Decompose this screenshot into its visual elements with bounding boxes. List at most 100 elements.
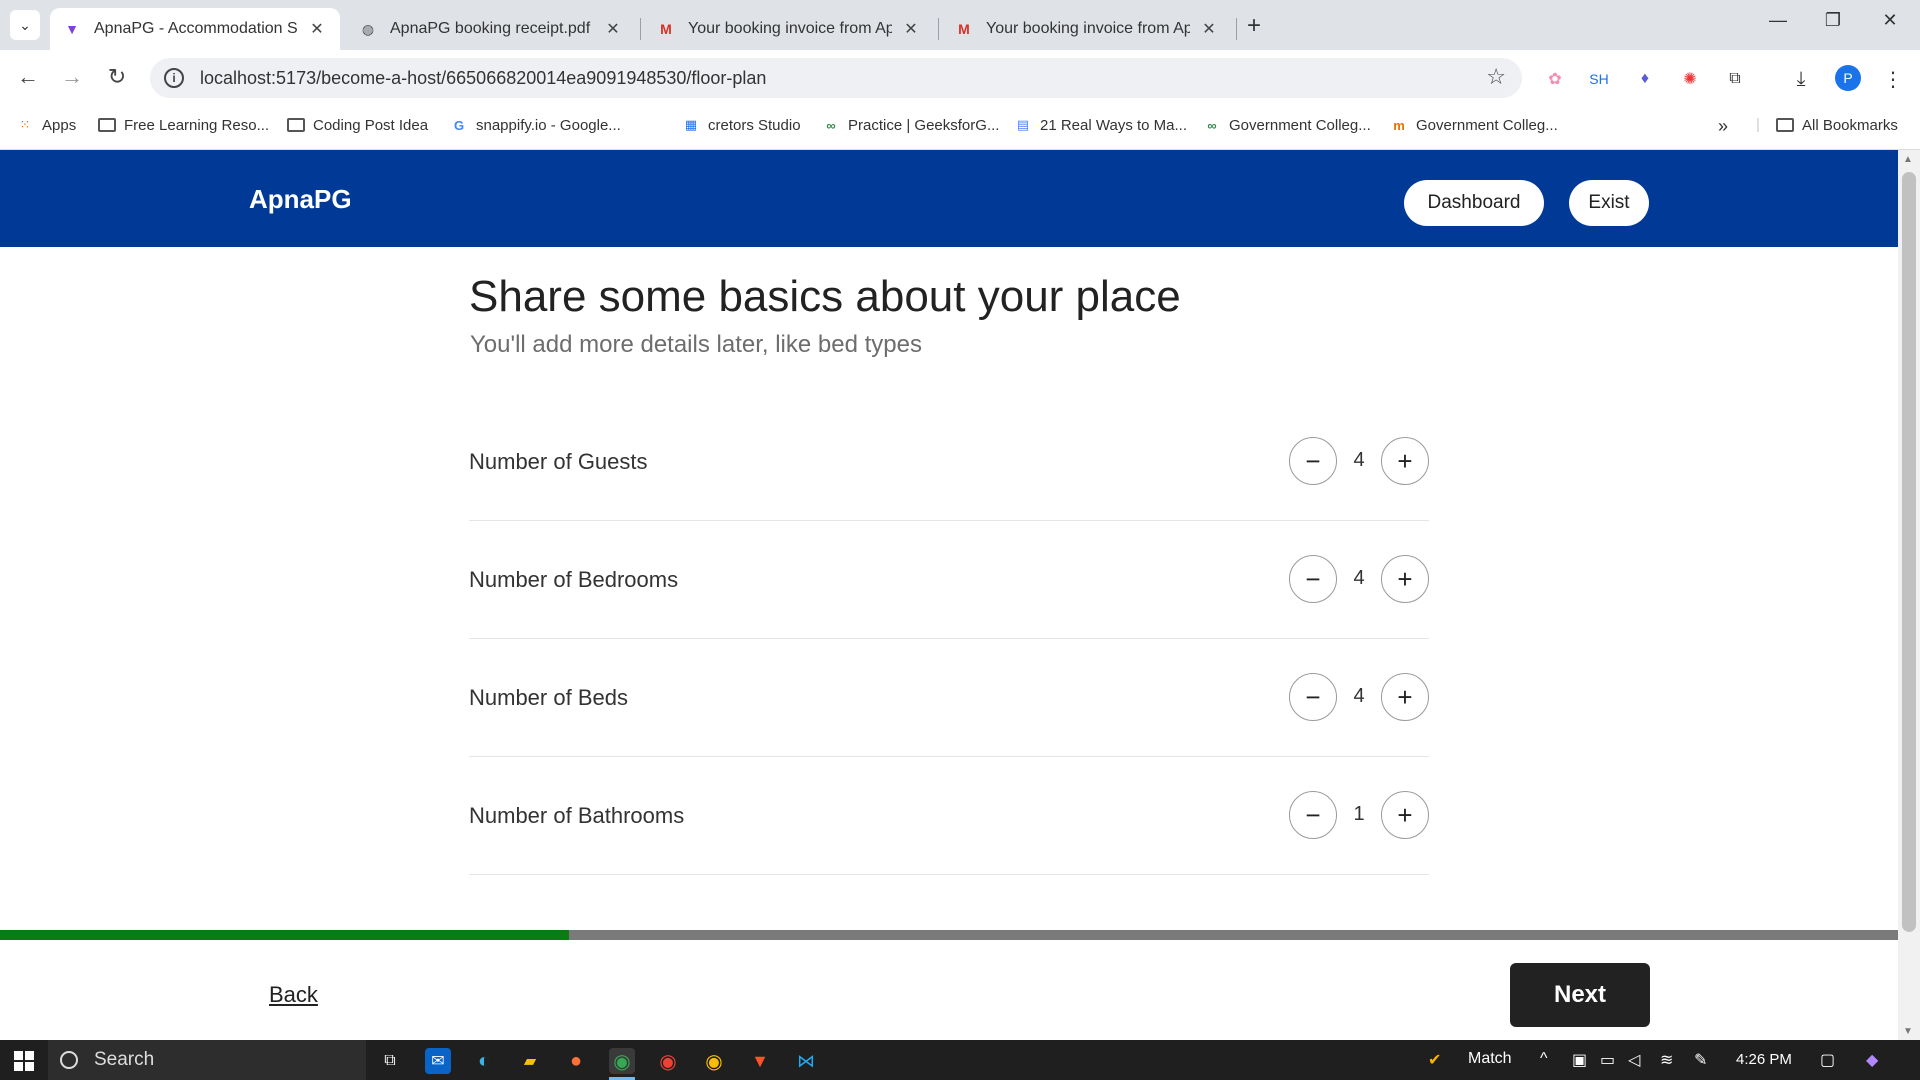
decrement-beds-button[interactable]: − — [1289, 673, 1337, 721]
close-tab-icon[interactable]: ✕ — [1200, 19, 1218, 39]
browser-menu-icon[interactable]: ⋮ — [1880, 66, 1906, 92]
taskbar-clock[interactable]: 4:26 PM — [1736, 1051, 1792, 1068]
flame-extension-icon[interactable]: ♦ — [1632, 66, 1658, 92]
increment-bathrooms-button[interactable]: + — [1381, 791, 1429, 839]
mail-icon[interactable]: ✉ — [425, 1048, 451, 1074]
bookmark-label: Apps — [42, 116, 77, 134]
chrome-icon[interactable]: ◉ — [609, 1048, 635, 1074]
match-tray-icon[interactable]: ✔ — [1428, 1050, 1441, 1070]
doc-icon: ▤ — [1016, 117, 1030, 132]
decrement-guests-button[interactable]: − — [1289, 437, 1337, 485]
file-explorer-icon[interactable]: ▰ — [517, 1048, 543, 1074]
battery-icon[interactable]: ▭ — [1600, 1050, 1615, 1070]
browser-tab-receipt-pdf[interactable]: ◍ ApnaPG booking receipt.pdf ✕ — [346, 8, 636, 50]
forward-arrow-icon[interactable]: → — [58, 64, 86, 90]
bookmark-government-college-2[interactable]: m Government Colleg... — [1390, 116, 1558, 134]
page-subtitle: You'll add more details later, like bed … — [470, 331, 922, 358]
browser-tab-invoice-1[interactable]: M Your booking invoice from Apn ✕ — [644, 8, 934, 50]
google-icon: G — [453, 117, 465, 133]
bookmark-cretors-studio[interactable]: ▦ cretors Studio — [682, 116, 801, 134]
chrome-profile-3-icon[interactable]: ◉ — [701, 1048, 727, 1074]
browser-tab-apnapg[interactable]: ▼ ApnaPG - Accommodation Solu ✕ — [50, 8, 340, 50]
browser-tab-invoice-2[interactable]: M Your booking invoice from Apn ✕ — [942, 8, 1232, 50]
reload-icon[interactable]: ↻ — [103, 64, 131, 90]
sh-extension-icon[interactable]: SH — [1586, 66, 1612, 92]
increment-bedrooms-button[interactable]: + — [1381, 555, 1429, 603]
scrollbar-thumb[interactable] — [1902, 172, 1916, 932]
page-scrollbar[interactable]: ▲ ▼ — [1898, 150, 1920, 1040]
bookmark-snappify[interactable]: G snappify.io - Google... — [450, 116, 621, 134]
bookmark-label: Government Colleg... — [1416, 116, 1558, 134]
bookmark-label: snappify.io - Google... — [476, 116, 621, 134]
folder-icon — [287, 116, 305, 134]
wifi-icon[interactable]: ≋ — [1660, 1050, 1673, 1070]
address-bar[interactable]: i localhost:5173/become-a-host/665066820… — [150, 58, 1522, 98]
lotus-extension-icon[interactable]: ✿ — [1542, 66, 1568, 92]
bookmark-label: Coding Post Idea — [313, 116, 429, 134]
close-tab-icon[interactable]: ✕ — [902, 19, 920, 39]
counter-row-bathrooms: Number of Bathrooms − 1 + — [469, 757, 1429, 875]
copilot-icon[interactable]: ◆ — [1866, 1050, 1878, 1070]
volume-icon[interactable]: ◁ — [1628, 1050, 1640, 1070]
restore-window-icon[interactable]: ❐ — [1813, 10, 1853, 31]
match-tray-label[interactable]: Match — [1468, 1050, 1512, 1068]
bookmark-label: Practice | GeeksforG... — [848, 116, 1000, 134]
tab-title: Your booking invoice from Apn — [688, 20, 892, 37]
beds-value: 4 — [1353, 685, 1365, 707]
windows-start-icon[interactable] — [14, 1051, 34, 1071]
all-bookmarks[interactable]: All Bookmarks — [1776, 116, 1898, 134]
chrome-profile-2-icon[interactable]: ◉ — [655, 1048, 681, 1074]
windows-taskbar: Search ⧉ ✉ ◐ ▰ ● ◉ ◉ ◉ ▼ ⋈ ✔ Match ^ ▣ ▭… — [0, 1040, 1920, 1080]
decrement-bathrooms-button[interactable]: − — [1289, 791, 1337, 839]
guests-stepper: − 4 + — [1289, 437, 1429, 485]
brave-icon[interactable]: ▼ — [747, 1048, 773, 1074]
back-arrow-icon[interactable]: ← — [14, 64, 42, 90]
apnapg-logo[interactable]: ApnaPG — [249, 184, 352, 215]
scroll-down-arrow-icon[interactable]: ▼ — [1903, 1026, 1913, 1037]
more-bookmarks-chevron-icon[interactable]: » — [1718, 116, 1728, 137]
bookmark-geeksforgeeks[interactable]: ∞ Practice | GeeksforG... — [822, 116, 999, 134]
edge-icon[interactable]: ◐ — [471, 1048, 497, 1074]
url-text[interactable]: localhost:5173/become-a-host/66506682001… — [200, 68, 766, 89]
bookmark-21-real-ways[interactable]: ▤ 21 Real Ways to Ma... — [1014, 116, 1187, 134]
new-tab-plus-icon[interactable]: + — [1247, 12, 1261, 40]
extensions-puzzle-icon[interactable]: ⧉ — [1722, 66, 1748, 92]
back-link[interactable]: Back — [269, 982, 318, 1008]
scroll-up-arrow-icon[interactable]: ▲ — [1903, 154, 1913, 165]
bookmark-government-college-1[interactable]: ∞ Government Colleg... — [1203, 116, 1370, 134]
profile-avatar[interactable]: P — [1835, 65, 1861, 91]
exist-button[interactable]: Exist — [1569, 180, 1649, 226]
close-tab-icon[interactable]: ✕ — [604, 19, 622, 39]
bookmark-coding-post-idea[interactable]: Coding Post Idea — [287, 116, 428, 134]
notifications-icon[interactable]: ▢ — [1820, 1050, 1835, 1070]
dashboard-button[interactable]: Dashboard — [1404, 180, 1544, 226]
firefox-icon[interactable]: ● — [563, 1048, 589, 1074]
taskbar-search-box[interactable]: Search — [48, 1040, 366, 1080]
progress-bar-fill — [0, 930, 570, 940]
counter-label: Number of Beds — [469, 685, 628, 710]
bookmark-star-icon[interactable]: ☆ — [1486, 64, 1506, 90]
bookmark-free-learning[interactable]: Free Learning Reso... — [98, 116, 269, 134]
taskbar-search-label: Search — [94, 1049, 155, 1070]
close-window-icon[interactable]: ✕ — [1870, 10, 1910, 31]
vscode-icon[interactable]: ⋈ — [793, 1048, 819, 1074]
site-info-icon[interactable]: i — [164, 68, 184, 88]
bookmark-label: Free Learning Reso... — [124, 116, 270, 134]
download-icon[interactable]: ⤓ — [1788, 66, 1814, 92]
show-hidden-icons-chevron-icon[interactable]: ^ — [1540, 1050, 1548, 1068]
decrement-bedrooms-button[interactable]: − — [1289, 555, 1337, 603]
close-tab-icon[interactable]: ✕ — [308, 19, 326, 39]
next-button[interactable]: Next — [1510, 963, 1650, 1027]
browser-toolbar: ← → ↻ i localhost:5173/become-a-host/665… — [0, 50, 1920, 106]
device-icon[interactable]: ▣ — [1572, 1050, 1587, 1070]
minimize-window-icon[interactable]: — — [1758, 10, 1798, 31]
pen-icon[interactable]: ✎ — [1694, 1050, 1707, 1070]
tab-search-chevron-icon[interactable]: ⌄ — [10, 10, 40, 40]
color-wheel-extension-icon[interactable]: ✺ — [1677, 66, 1703, 92]
increment-beds-button[interactable]: + — [1381, 673, 1429, 721]
increment-guests-button[interactable]: + — [1381, 437, 1429, 485]
bookmark-apps[interactable]: ⁙ Apps — [16, 116, 77, 134]
counter-row-bedrooms: Number of Bedrooms − 4 + — [469, 521, 1429, 639]
task-view-icon[interactable]: ⧉ — [377, 1048, 403, 1074]
apps-grid-icon: ⁙ — [19, 117, 31, 132]
